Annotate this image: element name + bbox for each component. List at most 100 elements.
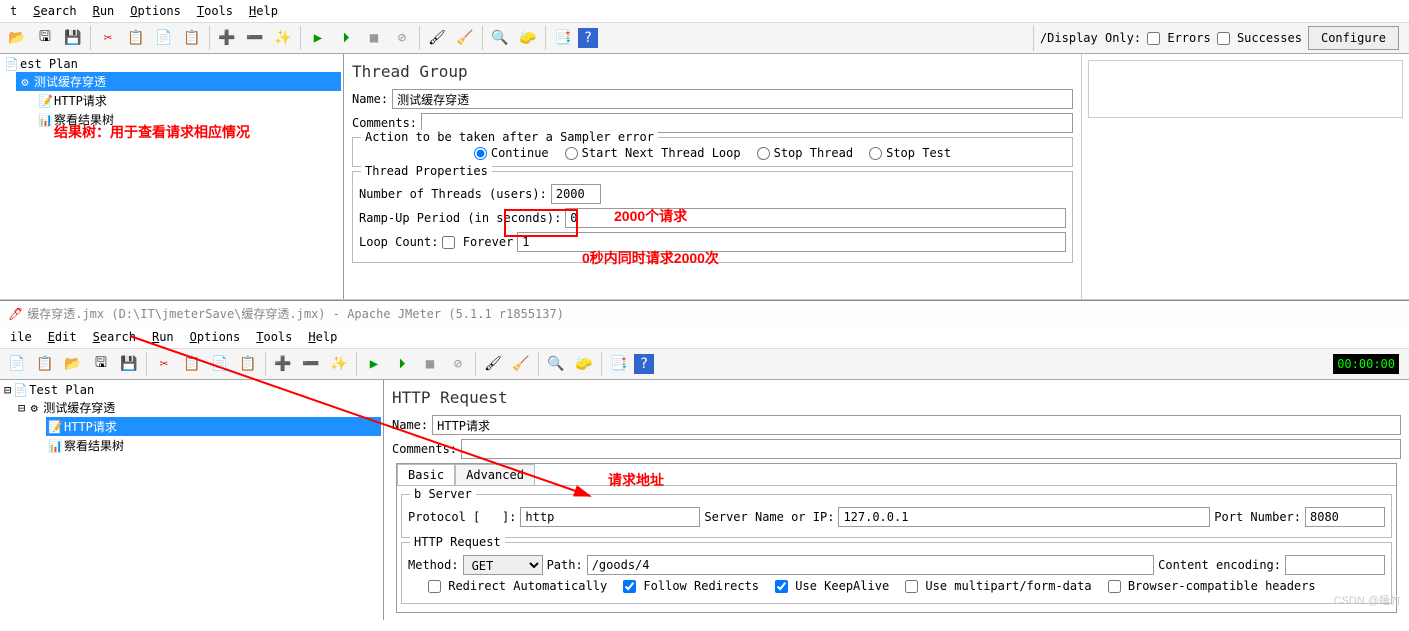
menu-search[interactable]: Search [27,2,82,20]
play2-icon[interactable]: ▶ [361,351,387,377]
radio-stopthread[interactable]: Stop Thread [757,146,853,160]
tree-threadgroup[interactable]: ⚙测试缓存穿透 [16,72,341,91]
disk-icon[interactable]: 🖫 [32,25,58,51]
tree2-http[interactable]: 📝HTTP请求 [46,417,381,436]
open-icon[interactable]: 📂 [4,25,30,51]
radio-startnext[interactable]: Start Next Thread Loop [565,146,741,160]
radio-continue[interactable]: Continue [474,146,549,160]
open2-icon[interactable]: 📂 [60,351,86,377]
wand2-icon[interactable]: ✨ [326,351,352,377]
tree2-resulttree[interactable]: 📊察看结果树 [46,436,381,455]
configure-button[interactable]: Configure [1308,26,1399,50]
protocol-input[interactable] [520,507,700,527]
name-label: Name: [352,92,388,106]
search-icon[interactable]: 🔍 [487,25,513,51]
cut2-icon[interactable]: ✂ [151,351,177,377]
clearall2-icon[interactable]: 🧹 [508,351,534,377]
stop-icon[interactable]: ■ [361,25,387,51]
chk-follow[interactable]: Follow Redirects [623,579,759,593]
menu-search2[interactable]: Search [87,328,142,346]
tab-advanced[interactable]: Advanced [455,464,535,485]
tree2-testplan[interactable]: ⊟📄Test Plan [2,382,381,398]
chk-redirect[interactable]: Redirect Automatically [428,579,607,593]
new-icon[interactable]: 📄 [4,351,30,377]
tree2-threadgroup[interactable]: ⊟⚙测试缓存穿透 [16,398,381,417]
menu-options[interactable]: Options [124,2,187,20]
paste2-icon[interactable]: 📄 [207,351,233,377]
name-input[interactable] [392,89,1073,109]
radio-stoptest[interactable]: Stop Test [869,146,951,160]
menu-tools2[interactable]: Tools [250,328,298,346]
tree-testplan[interactable]: 📄est Plan [2,56,341,72]
copy2-icon[interactable]: 📋 [179,351,205,377]
bottom-tree-pane: ⊟📄Test Plan ⊟⚙测试缓存穿透 📝HTTP请求 📊察看结果树 [0,380,384,620]
httpreq-legend: HTTP Request [410,535,505,549]
wand-icon[interactable]: ✨ [270,25,296,51]
save2-icon[interactable]: 💾 [116,351,142,377]
menu-tools[interactable]: Tools [191,2,239,20]
watermark: CSDN @睡竹 [1334,592,1401,608]
broom-icon[interactable]: 🧽 [515,25,541,51]
clear2-icon[interactable]: 🖌 [480,351,506,377]
threads-input[interactable] [551,184,601,204]
http-panel-title: HTTP Request [392,388,1401,407]
clear-all-icon[interactable]: 🧹 [452,25,478,51]
clear-icon[interactable]: 🖌 [424,25,450,51]
chk-multipart[interactable]: Use multipart/form-data [905,579,1091,593]
successes-checkbox[interactable]: Successes [1217,31,1302,45]
chk-browser[interactable]: Browser-compatible headers [1108,579,1316,593]
play-icon[interactable]: ▶ [305,25,331,51]
help-icon[interactable]: ? [578,28,598,48]
disk2-icon[interactable]: 🖫 [88,351,114,377]
toggle2-icon[interactable]: 📑 [606,351,632,377]
menu-options2[interactable]: Options [184,328,247,346]
cut-icon[interactable]: ✂ [95,25,121,51]
playnow2-icon[interactable]: ⏵ [389,351,415,377]
server-label: Server Name or IP: [704,510,834,524]
path-input[interactable] [587,555,1154,575]
shutdown-icon[interactable]: ⊘ [389,25,415,51]
jmeter-icon: 🖊 [8,307,23,321]
server-input[interactable] [838,507,1210,527]
clipboard2-icon[interactable]: 📋 [235,351,261,377]
menu-run[interactable]: Run [87,2,121,20]
play-now-icon[interactable]: ⏵ [333,25,359,51]
http-name-input[interactable] [432,415,1401,435]
shutdown2-icon[interactable]: ⊘ [445,351,471,377]
clipboard-icon[interactable]: 📋 [179,25,205,51]
copy-icon[interactable]: 📋 [123,25,149,51]
plus-icon[interactable]: ➕ [214,25,240,51]
menu-edit2[interactable]: Edit [42,328,83,346]
bottom-menubar: ile Edit Search Run Options Tools Help [0,326,1409,349]
errors-checkbox[interactable]: Errors [1147,31,1211,45]
top-right-empty [1081,54,1409,300]
broom2-icon[interactable]: 🧽 [571,351,597,377]
forever-checkbox[interactable]: Forever [442,235,513,249]
menu-help[interactable]: Help [243,2,284,20]
webserver-fieldset: b Server Protocol [ ]: Server Name or IP… [401,494,1392,538]
chk-keepalive[interactable]: Use KeepAlive [775,579,889,593]
plus2-icon[interactable]: ➕ [270,351,296,377]
port-input[interactable] [1305,507,1385,527]
save-icon[interactable]: 💾 [60,25,86,51]
help2-icon[interactable]: ? [634,354,654,374]
enc-input[interactable] [1285,555,1385,575]
menu-run2[interactable]: Run [146,328,180,346]
minus2-icon[interactable]: ➖ [298,351,324,377]
menu-ile[interactable]: ile [4,328,38,346]
search2-icon[interactable]: 🔍 [543,351,569,377]
template-icon[interactable]: 📋 [32,351,58,377]
minus-icon[interactable]: ➖ [242,25,268,51]
menu-help2[interactable]: Help [302,328,343,346]
path-note: 请求地址 [608,470,664,490]
http-comments-input[interactable] [461,439,1401,459]
stop2-icon[interactable]: ■ [417,351,443,377]
paste-icon[interactable]: 📄 [151,25,177,51]
port-label: Port Number: [1214,510,1301,524]
menu-t[interactable]: t [4,2,23,20]
method-select[interactable]: GET [463,555,543,575]
tab-basic[interactable]: Basic [397,464,455,485]
http-panel: HTTP Request Name: Comments: Basic Advan… [384,380,1409,620]
tree-http[interactable]: 📝HTTP请求 [36,91,341,110]
toggle-icon[interactable]: 📑 [550,25,576,51]
